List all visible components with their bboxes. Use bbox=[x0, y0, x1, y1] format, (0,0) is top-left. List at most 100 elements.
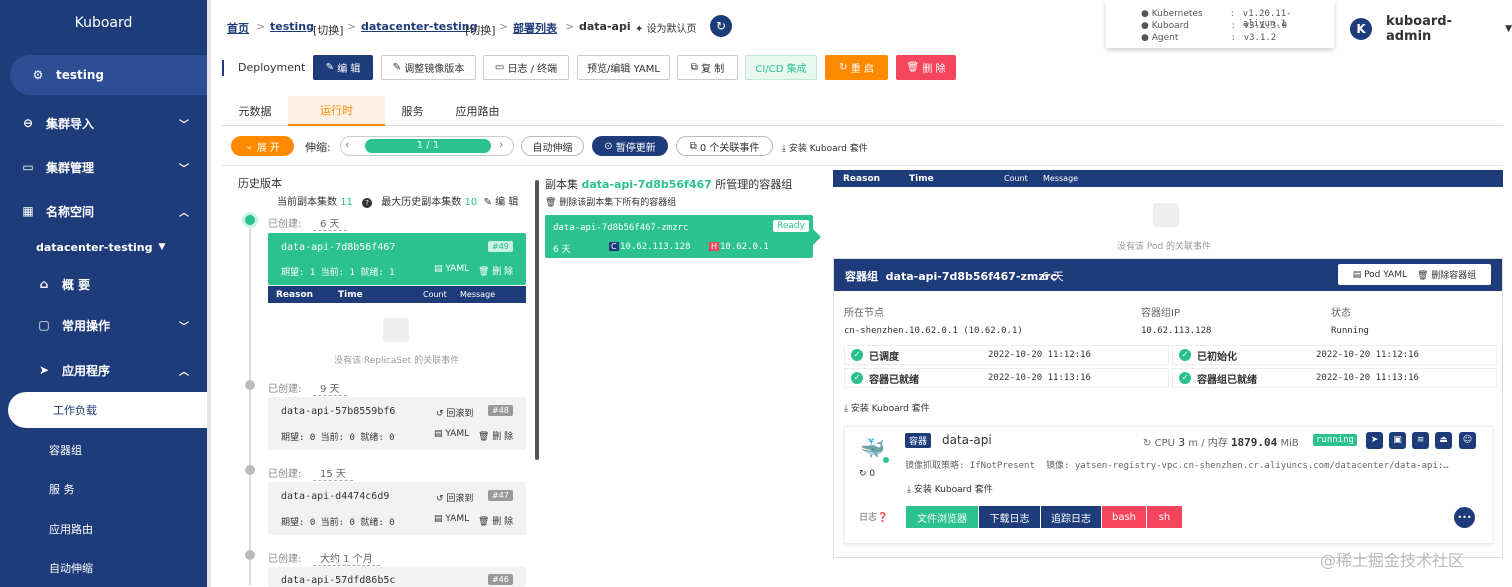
delete-pod-button[interactable]: 🗑 删除容器组 bbox=[1417, 268, 1476, 281]
replicaset-card-active[interactable]: data-api-7d8b56f467 #49 期望: 1 当前: 1 就绪: … bbox=[268, 233, 526, 285]
restart-icon: ↻ bbox=[859, 469, 870, 479]
pin-icon: ✦ bbox=[635, 24, 647, 35]
state-label: 状态 bbox=[1331, 308, 1351, 319]
follow-log-button[interactable]: 追踪日志 bbox=[1041, 506, 1101, 528]
namespace-select[interactable]: datacenter-testing ▼ bbox=[0, 227, 207, 267]
edit-button[interactable]: ✎ 编 辑 bbox=[313, 55, 373, 80]
rollback-link[interactable]: ↺ 回滚到 bbox=[436, 491, 473, 504]
sidebar-item-apps[interactable]: ➤ 应用程序 ︿ bbox=[0, 350, 207, 390]
pod-name: data-api-7d8b56f467-zmzrc bbox=[553, 223, 689, 233]
sidebar-item-workloads[interactable]: 工作负载 bbox=[8, 392, 207, 428]
events-table-header: Reason Time Count Message bbox=[268, 286, 526, 303]
sidebar-item-pods[interactable]: 容器组 bbox=[0, 432, 207, 468]
revision-badge: #48 bbox=[488, 405, 513, 416]
related-events-button[interactable]: ⧉ 0 个关联事件 bbox=[676, 136, 773, 156]
replicaset-card[interactable]: data-api-57dfd86b5c #46 bbox=[268, 567, 526, 587]
yaml-link[interactable]: ▤ YAML bbox=[434, 514, 469, 524]
version-row: ● Kuboard: v3.1.3.0 bbox=[1141, 21, 1288, 31]
edit-history-link[interactable]: ✎ 编 辑 bbox=[484, 197, 519, 208]
breadcrumb-cluster[interactable]: testing bbox=[270, 20, 314, 33]
container-state-badge: running bbox=[1313, 434, 1357, 446]
more-button[interactable]: ••• bbox=[1454, 507, 1475, 528]
delete-button[interactable]: 🗑 删 除 bbox=[896, 55, 956, 80]
decrement-icon[interactable]: ‹ bbox=[345, 138, 349, 151]
help-icon[interactable]: ? bbox=[362, 198, 373, 208]
terminal-icon[interactable]: ▣ bbox=[1389, 432, 1406, 449]
pod-yaml-button[interactable]: ▤ Pod YAML bbox=[1353, 270, 1407, 280]
logs-terminal-button[interactable]: ▭ 日志 / 终端 bbox=[483, 55, 569, 80]
tab-service[interactable]: 服务 bbox=[385, 96, 440, 126]
pod-events-header: Reason Time Count Message bbox=[833, 170, 1503, 187]
created-label: 已创建: bbox=[268, 554, 302, 565]
expand-button[interactable]: ⌄ 展 开 bbox=[231, 136, 294, 156]
adjust-image-button[interactable]: ✎ 调整镜像版本 bbox=[381, 55, 476, 80]
restart-icon: ↻ bbox=[839, 62, 851, 73]
autoscale-button[interactable]: 自动伸缩 bbox=[521, 136, 584, 156]
sidebar-item-testing[interactable]: ⚙ testing bbox=[10, 55, 207, 95]
download-log-button[interactable]: 下载日志 bbox=[979, 506, 1040, 528]
yaml-button[interactable]: 预览/编辑 YAML bbox=[577, 55, 670, 80]
delete-all-pods-link[interactable]: 🗑 删除该副本集下所有的容器组 bbox=[545, 195, 676, 208]
replicaset-card[interactable]: data-api-57b8559bf6 ↺ 回滚到 #48 期望: 0 当前: … bbox=[268, 397, 526, 450]
database-icon[interactable]: ≡ bbox=[1412, 432, 1429, 449]
node-value: cn-shenzhen.10.62.0.1 (10.62.0.1) bbox=[844, 326, 1023, 336]
breadcrumb-deploy-list[interactable]: 部署列表 bbox=[513, 20, 557, 36]
pod-detail-header: 容器组 data-api-7d8b56f467-zmzrc 6 天 ▤ Pod … bbox=[834, 259, 1502, 291]
breadcrumb-namespace[interactable]: datacenter-testing bbox=[361, 20, 478, 33]
refresh-button[interactable]: ↻ bbox=[710, 15, 732, 37]
sidebar-item-namespace[interactable]: ▦ 名称空间 ︿ bbox=[0, 191, 207, 231]
user-menu[interactable]: K kuboard-admin ▼ bbox=[1350, 14, 1512, 44]
yaml-link[interactable]: ▤ YAML bbox=[434, 429, 469, 439]
container-ip-tag: C bbox=[609, 242, 619, 251]
container-ip: 10.62.113.128 bbox=[620, 242, 691, 252]
tab-runtime[interactable]: 运行时 bbox=[288, 96, 385, 126]
delete-link[interactable]: 🗑 删 除 bbox=[478, 429, 513, 442]
delete-link[interactable]: 🗑 删 除 bbox=[478, 264, 513, 277]
sidebar-item-label: 集群管理 bbox=[46, 160, 95, 175]
sidebar-item-ingress[interactable]: 应用路由 bbox=[0, 511, 207, 547]
install-suite-link[interactable]: ⤓ 安装 Kuboard 套件 bbox=[844, 401, 930, 414]
tab-ingress[interactable]: 应用路由 bbox=[440, 96, 515, 126]
pause-update-button[interactable]: ⊙ 暂停更新 bbox=[592, 136, 668, 156]
cicd-button[interactable]: CI/CD 集成 bbox=[745, 55, 817, 80]
replicaset-name: data-api-57dfd86b5c bbox=[281, 575, 396, 586]
breadcrumb-home[interactable]: 首页 bbox=[227, 20, 249, 36]
history-scrollbar[interactable] bbox=[535, 180, 539, 460]
delete-link[interactable]: 🗑 删 除 bbox=[478, 514, 513, 527]
sidebar-item-cluster-manage[interactable]: ▭ 集群管理 ﹀ bbox=[0, 147, 207, 187]
pod-card[interactable]: data-api-7d8b56f467-zmzrc Ready 6 天 C 10… bbox=[545, 215, 821, 258]
breadcrumb-switch-cluster[interactable]: [切换] bbox=[313, 22, 344, 38]
eject-icon[interactable]: ⏏ bbox=[1435, 432, 1452, 449]
tab-metadata[interactable]: 元数据 bbox=[222, 96, 288, 126]
status-dot bbox=[883, 457, 889, 463]
copy-button[interactable]: ⧉ 复 制 bbox=[677, 55, 738, 80]
rollback-link[interactable]: ↺ 回滚到 bbox=[436, 406, 473, 419]
sidebar-scrollbar[interactable] bbox=[207, 0, 211, 587]
sidebar-item-label: 集群导入 bbox=[46, 116, 95, 131]
sidebar-item-cluster-import[interactable]: ⊖ 集群导入 ﹀ bbox=[0, 103, 207, 143]
install-suite-link[interactable]: ⤓ 安装 Kuboard 套件 bbox=[782, 141, 868, 154]
set-default-link[interactable]: ✦ 设为默认页 bbox=[635, 20, 697, 35]
install-suite-link[interactable]: ⤓ 安装 Kuboard 套件 bbox=[907, 482, 993, 495]
restart-button[interactable]: ↻ 重 启 bbox=[825, 55, 888, 80]
sidebar-item-common-ops[interactable]: ▢ 常用操作 ﹀ bbox=[0, 305, 207, 345]
sidebar-item-overview[interactable]: ⌂ 概 要 bbox=[0, 264, 207, 304]
created-age: 大约 1 个月 bbox=[313, 550, 380, 566]
bash-button[interactable]: bash bbox=[1102, 506, 1146, 528]
sh-button[interactable]: sh bbox=[1147, 506, 1182, 528]
replicaset-card[interactable]: data-api-d4474c6d9 ↺ 回滚到 #47 期望: 0 当前: 0… bbox=[268, 482, 526, 535]
created-age: 15 天 bbox=[313, 465, 353, 481]
user-icon[interactable]: ☺ bbox=[1459, 432, 1476, 449]
monitor-icon: ▭ bbox=[494, 62, 508, 73]
breadcrumb-switch-namespace[interactable]: [切换] bbox=[465, 22, 496, 38]
created-age: 6 天 bbox=[313, 215, 347, 231]
sidebar-item-autoscale[interactable]: 自动伸缩 bbox=[0, 550, 207, 586]
breadcrumb-current: data-api bbox=[579, 20, 631, 33]
created-label: 已创建: bbox=[268, 219, 302, 230]
sidebar-item-services[interactable]: 服 务 bbox=[0, 471, 207, 507]
yaml-link[interactable]: ▤ YAML bbox=[434, 264, 469, 274]
send-icon[interactable]: ➤ bbox=[1366, 432, 1383, 449]
increment-icon[interactable]: › bbox=[499, 138, 503, 151]
pod-title: 容器组 data-api-7d8b56f467-zmzrc bbox=[845, 270, 1057, 283]
file-browser-button[interactable]: 文件浏览器 bbox=[906, 506, 978, 528]
